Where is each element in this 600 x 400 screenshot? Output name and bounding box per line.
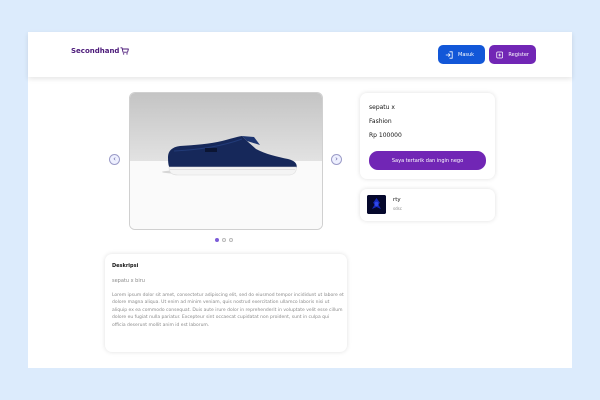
product-category: Fashion xyxy=(369,118,392,125)
nego-label: Saya tertarik dan ingin nego xyxy=(391,157,464,164)
login-icon xyxy=(445,50,453,59)
register-label: Register xyxy=(508,51,529,58)
cart-icon xyxy=(120,47,130,55)
login-button[interactable]: Masuk xyxy=(438,45,485,64)
product-info-card: sepatu x Fashion Rp 100000 Saya tertarik… xyxy=(360,93,495,179)
description-body: Lorem ipsum dolor sit amet, consectetur … xyxy=(112,293,344,328)
nego-button[interactable]: Saya tertarik dan ingin nego xyxy=(369,151,486,170)
carousel-dot-1[interactable] xyxy=(215,238,219,242)
logo[interactable]: Secondhand xyxy=(71,47,130,55)
carousel-dot-3[interactable] xyxy=(229,238,233,242)
seller-card: rty sdsc xyxy=(360,189,495,221)
page-container: Secondhand Masuk Register ‹ › sepatu x F… xyxy=(28,32,572,368)
product-image xyxy=(162,136,297,176)
carousel-next-button[interactable]: › xyxy=(331,154,342,165)
avatar-image xyxy=(367,195,386,214)
register-icon xyxy=(496,51,504,58)
carousel-dot-2[interactable] xyxy=(222,238,226,242)
seller-avatar xyxy=(367,195,386,214)
product-name: sepatu x xyxy=(369,104,395,111)
description-card: Deskripsi sepatu x biru Lorem ipsum dolo… xyxy=(105,254,347,352)
chevron-right-icon: › xyxy=(335,155,338,163)
seller-city: sdsc xyxy=(393,206,402,211)
logo-text: Secondhand xyxy=(71,47,120,55)
carousel-indicators xyxy=(215,238,233,242)
description-title: Deskripsi xyxy=(112,263,139,269)
chevron-left-icon: ‹ xyxy=(113,155,116,163)
register-button[interactable]: Register xyxy=(489,45,536,64)
description-subtitle: sepatu x biru xyxy=(112,278,145,284)
product-image-carousel[interactable] xyxy=(129,92,323,230)
seller-name: rty xyxy=(393,197,401,203)
login-label: Masuk xyxy=(458,51,475,58)
navbar: Secondhand Masuk Register xyxy=(28,32,572,77)
product-price: Rp 100000 xyxy=(369,132,402,139)
carousel-prev-button[interactable]: ‹ xyxy=(109,154,120,165)
